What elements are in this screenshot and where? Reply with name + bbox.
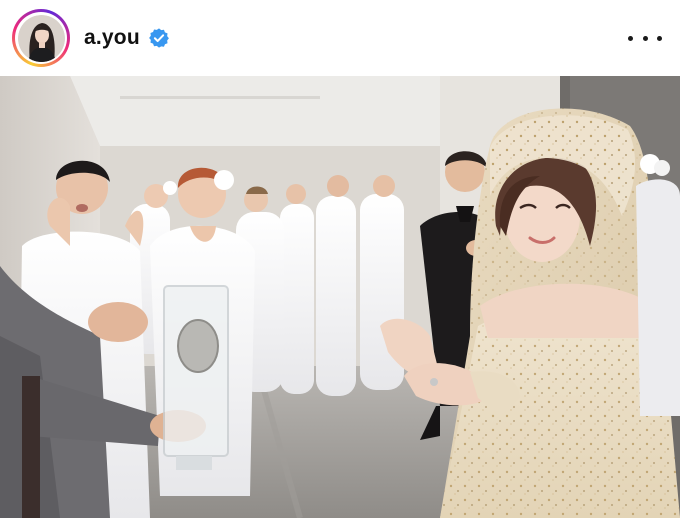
post-header: a.you (0, 0, 680, 76)
more-dot (657, 35, 662, 41)
instagram-post: a.you (0, 0, 680, 518)
username[interactable]: a.you (84, 26, 140, 50)
right-edge-person (636, 154, 680, 416)
wedding-dress-photo (0, 76, 680, 518)
avatar-gap (15, 12, 67, 64)
avatar[interactable] (17, 14, 65, 62)
more-options-icon[interactable] (628, 26, 662, 50)
glass-trophy (163, 285, 229, 470)
more-dot (642, 35, 648, 41)
story-ring[interactable] (12, 9, 70, 67)
username-group[interactable]: a.you (84, 26, 170, 50)
more-dot (628, 35, 633, 41)
verified-badge-icon (148, 28, 169, 48)
post-photo[interactable] (0, 76, 680, 518)
